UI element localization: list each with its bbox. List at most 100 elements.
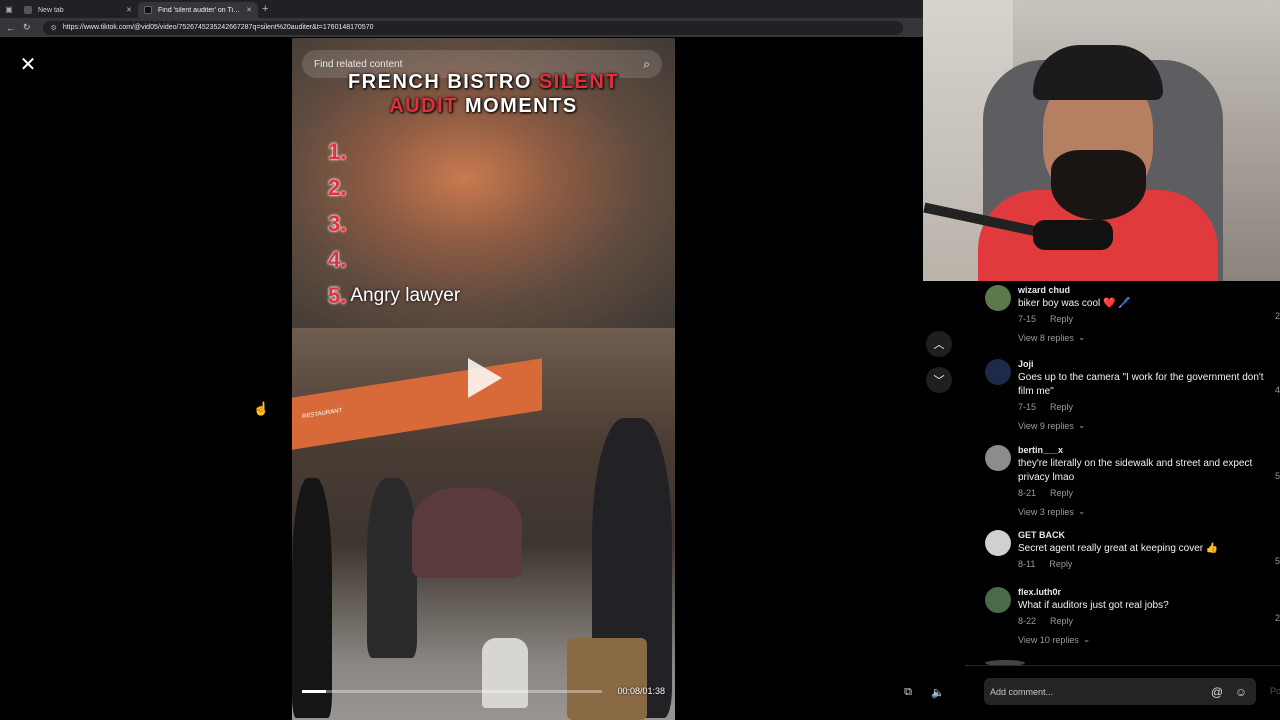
close-tab-icon[interactable]: ✕	[126, 6, 132, 14]
avatar[interactable]	[985, 530, 1011, 556]
headline-line-2: AUDIT MOMENTS	[292, 94, 675, 118]
tab-tiktok[interactable]: Find 'silent auditer' on TikTok | Ti ✕	[138, 2, 258, 18]
volume-button[interactable]: 🔈	[928, 682, 948, 702]
tab-list-icon[interactable]: ▣	[0, 0, 18, 18]
comment-body: bertin___x they're literally on the side…	[1018, 445, 1268, 517]
view-replies-label: View 10 replies	[1018, 634, 1079, 645]
reply-button[interactable]: Reply	[1050, 616, 1073, 626]
view-replies-button[interactable]: View 10 replies ⌄	[1018, 634, 1268, 645]
list-number: 5.	[328, 283, 347, 308]
mention-icon[interactable]: @	[1208, 683, 1226, 701]
view-replies-label: View 9 replies	[1018, 420, 1074, 431]
video-progress-bar[interactable]	[302, 690, 602, 693]
reply-button[interactable]: Reply	[1050, 402, 1073, 412]
new-tab-plus-icon[interactable]: +	[262, 3, 268, 15]
comment-username[interactable]: GET BACK	[1018, 530, 1268, 541]
emoji-icon[interactable]: ☺	[1232, 683, 1250, 701]
avatar[interactable]	[985, 359, 1011, 385]
progress-fill	[302, 690, 326, 693]
comment-text: Secret agent really great at keeping cov…	[1018, 543, 1219, 554]
comment-username[interactable]: flex.luth0r	[1018, 587, 1268, 598]
reload-icon[interactable]: ↻	[23, 22, 31, 33]
play-icon[interactable]	[468, 358, 502, 398]
view-replies-button[interactable]: View 8 replies ⌄	[1018, 332, 1268, 343]
previous-video-button[interactable]: ︿	[926, 331, 952, 357]
list-text: Angry lawyer	[350, 285, 461, 306]
list-item: 2.	[328, 170, 460, 206]
person-figure	[367, 478, 417, 658]
comment-meta: 8-21 Reply	[1018, 488, 1268, 498]
comment-meta: 8-11 Reply	[1018, 559, 1268, 569]
like-count: 5	[1275, 556, 1280, 566]
next-video-button[interactable]: ﹀	[926, 367, 952, 393]
view-replies-button[interactable]: View 9 replies ⌄	[1018, 420, 1268, 431]
fire-hydrant	[482, 638, 528, 708]
url-field[interactable]: ⚙ https://www.tiktok.com/@vid05/video/75…	[42, 20, 903, 35]
person-figure	[292, 478, 332, 718]
headline-text: MOMENTS	[457, 95, 578, 117]
list-item: 5. Angry lawyer	[328, 278, 460, 314]
site-info-icon[interactable]: ⚙	[51, 24, 57, 32]
comment-meta: 7-15 Reply	[1018, 314, 1268, 324]
comment-text: they're literally on the sidewalk and st…	[1018, 458, 1253, 483]
wooden-chairs	[567, 638, 647, 720]
numbered-list: 1. 2. 3. 4. 5. Angry lawyer	[328, 134, 460, 314]
comment-text: biker boy was cool ❤️ 🖊️	[1018, 298, 1131, 309]
chevron-up-icon: ︿	[933, 339, 945, 351]
comment-body: wizard chud biker boy was cool ❤️ 🖊️ 7-1…	[1018, 285, 1268, 343]
list-number: 2.	[328, 175, 347, 200]
like-count: 40	[1275, 385, 1280, 395]
back-arrow-icon[interactable]: ←	[6, 23, 15, 33]
reply-button[interactable]: Reply	[1049, 559, 1072, 569]
tab-new-tab[interactable]: New tab ✕	[18, 2, 138, 18]
comment-date: 8-22	[1018, 616, 1037, 626]
webcam-cap	[1033, 45, 1163, 100]
list-item: 4.	[328, 242, 460, 278]
avatar[interactable]	[985, 587, 1011, 613]
view-replies-button[interactable]: View 3 replies ⌄	[1018, 506, 1268, 517]
video-headline: FRENCH BISTRO SILENT AUDIT MOMENTS	[292, 70, 675, 118]
headline-highlight: SILENT	[538, 71, 620, 93]
comment-date: 7-15	[1018, 314, 1037, 324]
chevron-down-icon: ⌄	[1077, 332, 1086, 342]
comment-username[interactable]: Joji	[1018, 359, 1268, 370]
restaurant-sign-text: RESTAURANT	[302, 407, 343, 421]
comments-panel[interactable]: wizard chud biker boy was cool ❤️ 🖊️ 7-1…	[977, 281, 1280, 665]
chevron-down-icon: ⌄	[1077, 420, 1086, 430]
comment-meta: 7-15 Reply	[1018, 402, 1268, 412]
comment-username[interactable]: bertin___x	[1018, 445, 1268, 456]
view-replies-label: View 8 replies	[1018, 332, 1074, 343]
post-button[interactable]: Po	[1270, 686, 1280, 696]
comment-body: Joji Goes up to the camera "I work for t…	[1018, 359, 1268, 431]
comment-username[interactable]: wizard chud	[1018, 285, 1268, 296]
webcam-beard	[1051, 150, 1146, 220]
comment-input-field[interactable]: Add comment... @ ☺	[984, 678, 1256, 705]
comment-body: flex.luth0r What if auditors just got re…	[1018, 587, 1268, 645]
avatar[interactable]	[985, 285, 1011, 311]
video-player[interactable]: RESTAURANT Find related content ⌕ FRENCH…	[292, 38, 675, 720]
close-video-button[interactable]: ✕	[16, 52, 40, 76]
like-count: 2	[1275, 613, 1280, 623]
headline-highlight: AUDIT	[389, 95, 458, 117]
tiktok-video-page: ▣ New tab ✕ Find 'silent auditer' on Tik…	[0, 0, 1280, 720]
avatar[interactable]	[985, 445, 1011, 471]
comment-input-placeholder: Add comment...	[990, 686, 1054, 697]
comment-text: Goes up to the camera "I work for the go…	[1018, 372, 1264, 397]
chevron-down-icon: ⌄	[1077, 506, 1086, 516]
like-count: 26	[1275, 311, 1280, 321]
chevron-down-icon: ﹀	[933, 375, 945, 387]
comment-date: 8-21	[1018, 488, 1037, 498]
divider	[965, 665, 1280, 666]
list-number: 4.	[328, 247, 347, 272]
tiktok-favicon-icon	[144, 6, 152, 14]
reply-button[interactable]: Reply	[1050, 488, 1073, 498]
picture-in-picture-button[interactable]: ⧉	[898, 682, 918, 702]
speaker-icon: 🔈	[931, 686, 945, 699]
tab-title: New tab	[38, 6, 64, 14]
headline-line-1: FRENCH BISTRO SILENT	[292, 70, 675, 94]
close-tab-icon[interactable]: ✕	[246, 6, 252, 14]
video-timecode: 00:08/01:38	[617, 686, 665, 696]
pip-icon: ⧉	[904, 685, 912, 698]
reply-button[interactable]: Reply	[1050, 314, 1073, 324]
chevron-down-icon: ⌄	[1082, 634, 1091, 644]
